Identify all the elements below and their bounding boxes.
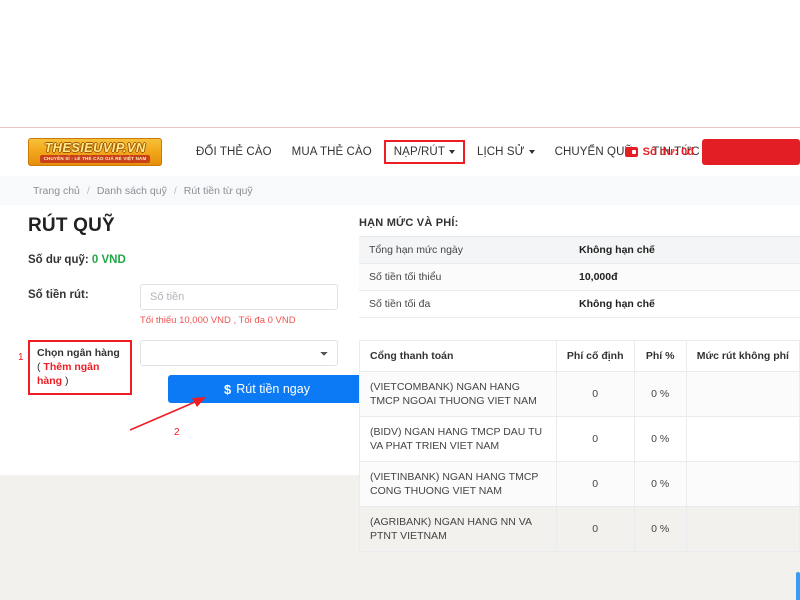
gateway-free-limit xyxy=(685,461,800,507)
gateway-name: (AGRIBANK) NGAN HANG NN VA PTNT VIETNAM xyxy=(359,506,557,552)
nav-item-lich-su[interactable]: LỊCH SỬ xyxy=(467,140,545,164)
gateway-free-limit xyxy=(685,371,800,417)
gateway-free-limit xyxy=(685,416,800,462)
limit-value: Không hạn chế xyxy=(569,290,800,318)
column-header-fixed-fee: Phí cố định xyxy=(555,340,635,372)
site-logo[interactable]: THESIEUVIP.VN CHUYÊN SỈ - LẺ THẺ CÀO GIÁ… xyxy=(28,138,162,166)
limits-table: Tổng hạn mức ngày Không hạn chế Số tiền … xyxy=(359,236,800,318)
gateway-fixed-fee: 0 xyxy=(555,506,635,552)
wallet-icon xyxy=(624,147,638,157)
header-right-area: Số dư: 0đ xyxy=(624,128,800,176)
breadcrumb-separator: / xyxy=(86,184,90,197)
gateway-percent-fee: 0 % xyxy=(633,461,687,507)
table-row: (AGRIBANK) NGAN HANG NN VA PTNT VIETNAM … xyxy=(359,506,800,552)
paren-close: ) xyxy=(62,375,69,387)
table-header-row: Cổng thanh toán Phí cố định Phí % Mức rú… xyxy=(359,340,800,372)
table-row: (VIETINBANK) NGAN HANG TMCP CONG THUONG … xyxy=(359,461,800,507)
dollar-icon: $ xyxy=(224,381,232,397)
nav-label: LỊCH SỬ xyxy=(476,146,525,158)
breadcrumb-separator: / xyxy=(173,184,177,197)
bank-select[interactable] xyxy=(140,340,338,366)
limit-value: 10,000đ xyxy=(569,263,800,291)
breadcrumb-bar: Trang chủ / Danh sách quỹ / Rút tiền từ … xyxy=(0,176,800,205)
breadcrumb-item-current: Rút tiền từ quỹ xyxy=(183,184,253,197)
gateway-fixed-fee: 0 xyxy=(555,371,635,417)
nav-label: MUA THẺ CÀO xyxy=(291,146,372,158)
site-header: THESIEUVIP.VN CHUYÊN SỈ - LẺ THẺ CÀO GIÁ… xyxy=(0,128,800,176)
nav-item-nap-rut[interactable]: NẠP/RÚT xyxy=(383,140,465,164)
logo-subtitle: CHUYÊN SỈ - LẺ THẺ CÀO GIÁ RẺ VIỆT NAM xyxy=(39,155,151,163)
gateway-percent-fee: 0 % xyxy=(633,371,687,417)
column-header-gateway: Cổng thanh toán xyxy=(359,340,557,372)
limits-title: HẠN MỨC VÀ PHÍ: xyxy=(359,217,459,229)
table-row: (BIDV) NGAN HANG TMCP DAU TU VA PHAT TRI… xyxy=(359,416,800,462)
balance-label: Số dư: 0đ xyxy=(642,146,694,158)
amount-label: Số tiền rút: xyxy=(28,289,89,301)
chevron-down-icon xyxy=(448,150,455,154)
nav-item-doi-the-cao[interactable]: ĐỔI THẺ CÀO xyxy=(186,140,282,164)
bank-label: Chọn ngân hàng xyxy=(37,347,120,359)
gateway-name: (VIETCOMBANK) NGAN HANG TMCP NGOAI THUON… xyxy=(359,371,557,417)
column-header-free-limit: Mức rút không phí xyxy=(685,340,800,372)
fund-balance-row: Số dư quỹ: 0 VND xyxy=(28,254,348,266)
annotation-arrow-icon xyxy=(129,397,206,431)
gateway-name: (VIETINBANK) NGAN HANG TMCP CONG THUONG … xyxy=(359,461,557,507)
page-title: RÚT QUỸ xyxy=(28,215,115,236)
amount-hint: Tối thiểu 10,000 VND , Tối đa 0 VND xyxy=(140,315,296,326)
annotation-marker-2: 2 xyxy=(174,427,180,438)
limit-key: Số tiền tối đa xyxy=(359,290,569,318)
gateway-name: (BIDV) NGAN HANG TMCP DAU TU VA PHAT TRI… xyxy=(359,416,557,462)
table-row: (VIETCOMBANK) NGAN HANG TMCP NGOAI THUON… xyxy=(359,371,800,417)
page-root: THESIEUVIP.VN CHUYÊN SỈ - LẺ THẺ CÀO GIÁ… xyxy=(0,0,800,600)
nav-item-mua-the-cao[interactable]: MUA THẺ CÀO xyxy=(282,140,382,164)
top-white-band xyxy=(0,0,800,128)
column-header-percent-fee: Phí % xyxy=(633,340,687,372)
amount-input[interactable] xyxy=(140,284,338,310)
main-content-card: RÚT QUỸ Số dư quỹ: 0 VND Số tiền rút: Tố… xyxy=(0,205,800,600)
amount-field-row: Số tiền rút: Tối thiểu 10,000 VND , Tối … xyxy=(28,284,348,326)
withdraw-form: RÚT QUỸ Số dư quỹ: 0 VND Số tiền rút: Tố… xyxy=(18,215,366,438)
limits-and-fees-panel: HẠN MỨC VÀ PHÍ: Tổng hạn mức ngày Không … xyxy=(359,217,800,552)
vertical-scrollbar[interactable] xyxy=(796,572,800,600)
balance-display[interactable]: Số dư: 0đ xyxy=(624,146,694,158)
breadcrumb-item-home[interactable]: Trang chủ xyxy=(33,185,80,197)
table-row: Tổng hạn mức ngày Không hạn chế xyxy=(359,236,800,264)
table-row: Số tiền tối thiểu 10,000đ xyxy=(359,263,800,291)
nav-label: CHUYỂN QUỸ xyxy=(554,146,633,158)
bank-label-box: 1 Chọn ngân hàng ( Thêm ngân hàng ) xyxy=(18,340,132,395)
gateways-table: Cổng thanh toán Phí cố định Phí % Mức rú… xyxy=(359,340,800,552)
logo-text: THESIEUVIP.VN xyxy=(44,140,146,155)
table-row: Số tiền tối đa Không hạn chế xyxy=(359,290,800,318)
gateway-percent-fee: 0 % xyxy=(633,506,687,552)
gateway-fixed-fee: 0 xyxy=(555,416,635,462)
withdraw-submit-label: Rút tiền ngay xyxy=(236,382,310,396)
breadcrumb-item-fund-list[interactable]: Danh sách quỹ xyxy=(97,185,167,197)
fund-balance-value: 0 VND xyxy=(91,254,126,266)
fund-balance-label: Số dư quỹ: xyxy=(28,254,89,266)
limit-value: Không hạn chế xyxy=(569,236,800,264)
chevron-down-icon xyxy=(528,150,535,154)
nav-label: NẠP/RÚT xyxy=(393,146,445,158)
gateway-percent-fee: 0 % xyxy=(633,416,687,462)
annotation-marker-1: 1 xyxy=(18,352,24,363)
gateway-free-limit xyxy=(685,506,800,552)
limit-key: Tổng hạn mức ngày xyxy=(359,236,569,264)
header-action-button[interactable] xyxy=(702,139,800,165)
bank-add-line: ( Thêm ngân hàng ) xyxy=(37,360,123,388)
nav-label: ĐỔI THẺ CÀO xyxy=(196,146,272,158)
gateway-fixed-fee: 0 xyxy=(555,461,635,507)
breadcrumb: Trang chủ / Danh sách quỹ / Rút tiền từ … xyxy=(33,185,253,197)
limit-key: Số tiền tối thiểu xyxy=(359,263,569,291)
